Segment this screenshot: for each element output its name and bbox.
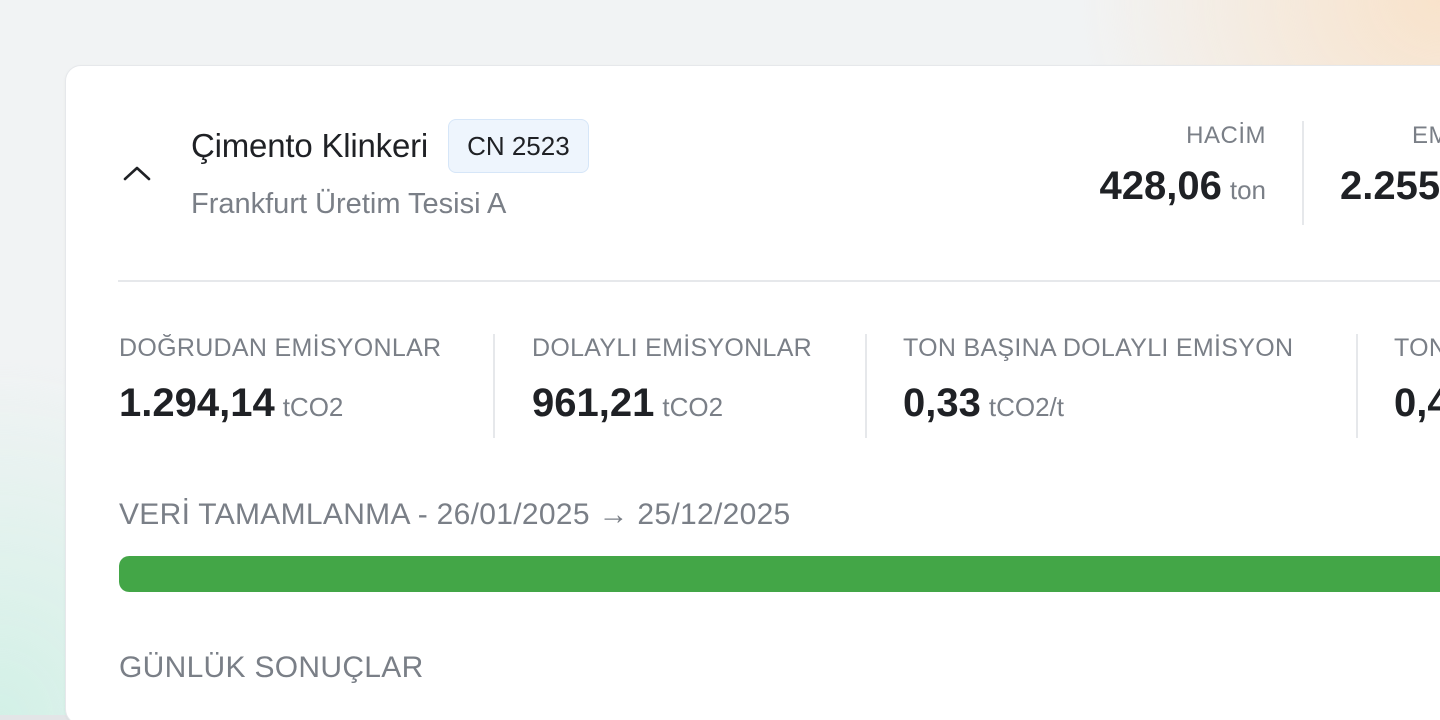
metric-divider — [1356, 334, 1358, 438]
metric-direct-emissions: DOĞRUDAN EMİSYONLAR 1.294,14 tCO2 — [119, 334, 441, 426]
metric-label: DOĞRUDAN EMİSYONLAR — [119, 334, 442, 362]
metric-label: DOLAYLI EMİSYONLAR — [532, 334, 813, 362]
volume-value: 428,06 — [1099, 164, 1222, 208]
cn-code-badge: CN 2523 — [448, 119, 589, 173]
data-completion-label: VERİ TAMAMLANMA - 26/01/2025 → 25/12/202… — [119, 498, 791, 531]
volume-unit: ton — [1229, 175, 1266, 205]
metric-label: TON — [1394, 334, 1440, 362]
metric-unit: tCO2 — [662, 392, 724, 422]
metric-value: 0,4 — [1394, 381, 1440, 425]
metric-unit: tCO2/t — [988, 392, 1064, 422]
product-title: Çimento Klinkeri — [191, 127, 429, 164]
product-card: Çimento Klinkeri CN 2523 Frankfurt Üreti… — [65, 65, 1440, 720]
metric-value: 0,33 — [903, 381, 981, 425]
metric-indirect-emissions: DOLAYLI EMİSYONLAR 961,21 tCO2 — [532, 334, 812, 426]
metric-indirect-per-ton: TON BAŞINA DOLAYLI EMİSYON 0,33 tCO2/t — [903, 334, 1293, 426]
data-completion-progress-fill — [119, 556, 1440, 592]
section-divider — [118, 280, 1440, 282]
volume-stat: HACİM 428,06 ton — [1100, 122, 1267, 209]
metric-label: TON BAŞINA DOLAYLI EMİSYON — [903, 334, 1294, 362]
daily-results-label: GÜNLÜK SONUÇLAR — [119, 651, 424, 684]
title-row: Çimento Klinkeri CN 2523 — [191, 118, 589, 174]
metric-value: 961,21 — [532, 381, 655, 425]
header-divider — [1302, 121, 1304, 225]
metric-divider — [865, 334, 867, 438]
metric-per-ton-truncated: TON 0,4 — [1394, 334, 1440, 426]
metric-divider — [493, 334, 495, 438]
emissions-label: EM — [1412, 122, 1440, 149]
data-completion-progress — [119, 556, 1440, 592]
chevron-up-icon — [123, 166, 151, 181]
collapse-toggle[interactable] — [120, 160, 154, 186]
metric-unit: tCO2 — [282, 392, 344, 422]
emissions-value: 2.255 — [1340, 164, 1440, 208]
metric-value: 1.294,14 — [119, 381, 275, 425]
volume-label: HACİM — [1186, 122, 1266, 149]
emissions-stat: EM 2.255 — [1340, 122, 1440, 209]
facility-name: Frankfurt Üretim Tesisi A — [191, 188, 507, 220]
